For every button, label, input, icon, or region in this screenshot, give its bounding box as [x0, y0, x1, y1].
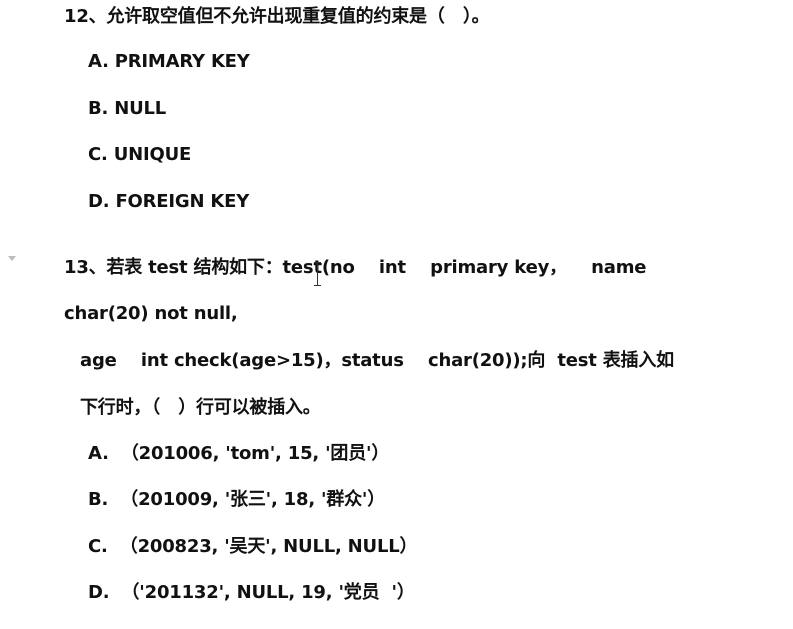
text-cursor-icon — [314, 262, 321, 286]
question-12-option-a: A. PRIMARY KEY — [88, 51, 250, 72]
question-12-option-d: D. FOREIGN KEY — [88, 191, 250, 212]
question-13-option-a: A. （201006, 'tom', 15, '团员'） — [88, 443, 390, 464]
question-13-stem-line-2: char(20) not null, — [64, 303, 238, 324]
question-13-option-b: B. （201009, '张三', 18, '群众'） — [88, 489, 386, 510]
question-12-option-b: B. NULL — [88, 98, 167, 119]
question-13-stem-line-1: 13、若表 test 结构如下：test(no int primary key，… — [64, 257, 647, 278]
collapse-arrow-icon[interactable] — [8, 256, 16, 261]
question-12-stem: 12、允许取空值但不允许出现重复值的约束是（ ）。 — [64, 6, 490, 27]
question-13-stem-line-4: 下行时，（ ）行可以被插入。 — [80, 397, 321, 418]
document-page: 12、允许取空值但不允许出现重复值的约束是（ ）。 A. PRIMARY KEY… — [0, 0, 793, 629]
question-12-option-c: C. UNIQUE — [88, 144, 192, 165]
question-13-option-d: D. （'201132', NULL, 19, '党员 '） — [88, 582, 415, 603]
question-13-stem-line-3: age int check(age>15)，status char(20));向… — [80, 350, 674, 371]
question-13-option-c: C. （200823, '吴天', NULL, NULL） — [88, 536, 418, 557]
